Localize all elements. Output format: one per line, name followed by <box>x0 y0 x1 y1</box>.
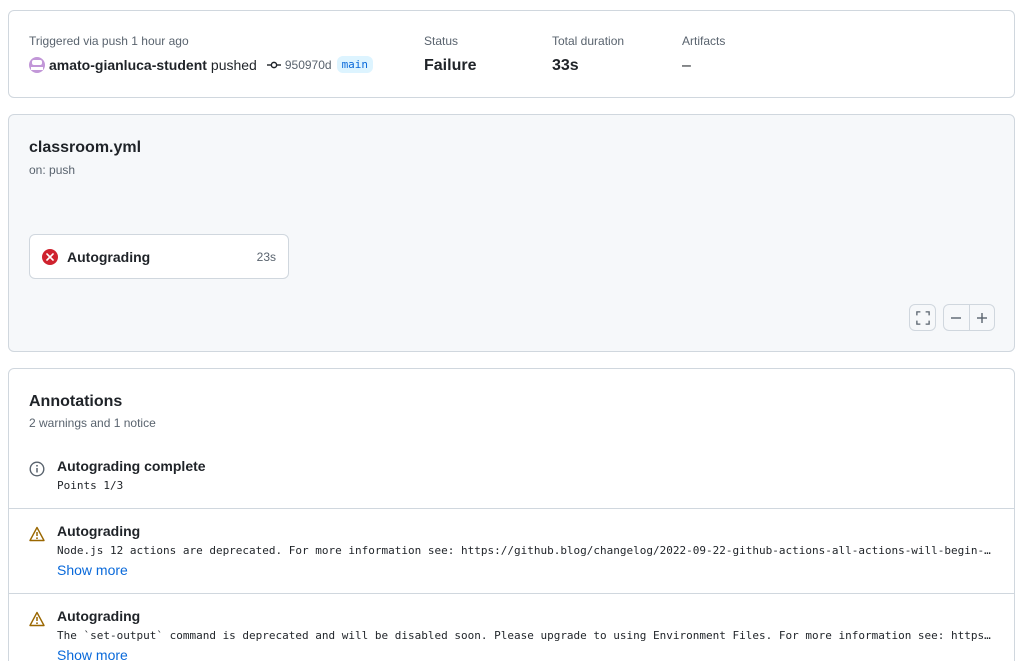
fullscreen-button[interactable] <box>909 304 936 331</box>
zoom-in-icon <box>976 312 987 323</box>
annotation-warning: Autograding Node.js 12 actions are depre… <box>9 508 1014 593</box>
status-label: Status <box>424 34 459 48</box>
alert-icon <box>29 611 45 630</box>
zoom-out-button[interactable] <box>944 305 969 330</box>
artifacts-label: Artifacts <box>682 34 726 48</box>
annotation-title: Autograding <box>57 608 141 624</box>
workflow-trigger: on: push <box>29 163 76 177</box>
run-summary-card: Triggered via push 1 hour ago amato-gian… <box>8 10 1015 98</box>
branch-badge[interactable]: main <box>336 56 374 73</box>
annotations-title: Annotations <box>29 393 123 410</box>
annotation-notice: Autograding complete Points 1/3 <box>9 458 1014 508</box>
alert-icon <box>29 526 45 545</box>
annotation-title: Autograding complete <box>57 458 206 474</box>
avatar[interactable] <box>29 56 45 73</box>
zoom-in-button[interactable] <box>970 305 995 330</box>
workflow-graph-card: classroom.yml on: push Autograding 23s <box>8 114 1015 352</box>
show-more-link[interactable]: Show more <box>57 562 128 578</box>
artifacts-column: Artifacts – <box>682 34 725 75</box>
job-autograding[interactable]: Autograding 23s <box>29 234 289 279</box>
duration-column: Total duration 33s <box>552 34 624 75</box>
trigger-text: Triggered via push 1 hour ago <box>29 34 189 48</box>
annotation-message: The `set-output` command is deprecated a… <box>57 629 996 642</box>
zoom-out-icon <box>951 316 962 319</box>
action-text: pushed <box>210 56 257 73</box>
git-commit-icon <box>266 58 281 72</box>
workflow-file-title: classroom.yml <box>29 139 142 156</box>
annotation-message: Node.js 12 actions are deprecated. For m… <box>57 544 996 557</box>
duration-label: Total duration <box>552 34 625 48</box>
fullscreen-icon <box>910 305 935 330</box>
trigger-info: Triggered via push 1 hour ago amato-gian… <box>29 34 374 73</box>
commit-sha-link[interactable]: 950970d <box>285 58 332 72</box>
status-column: Status Failure <box>424 34 476 75</box>
annotation-warning: Autograding The `set-output` command is … <box>9 593 1014 661</box>
annotations-summary: 2 warnings and 1 notice <box>29 416 156 430</box>
actor-link[interactable]: amato-gianluca-student <box>49 57 207 73</box>
artifacts-value: – <box>682 57 691 74</box>
zoom-controls <box>943 304 995 331</box>
duration-value: 33s <box>552 57 579 74</box>
job-duration: 23s <box>256 249 276 264</box>
status-value: Failure <box>424 57 477 74</box>
x-circle-fill-icon <box>42 248 58 265</box>
annotation-message: Points 1/3 <box>57 479 124 492</box>
annotation-title: Autograding <box>57 523 141 539</box>
job-name: Autograding <box>67 248 151 265</box>
info-icon <box>29 461 45 480</box>
show-more-link[interactable]: Show more <box>57 647 128 661</box>
annotations-card: Annotations 2 warnings and 1 notice Auto… <box>8 368 1015 661</box>
